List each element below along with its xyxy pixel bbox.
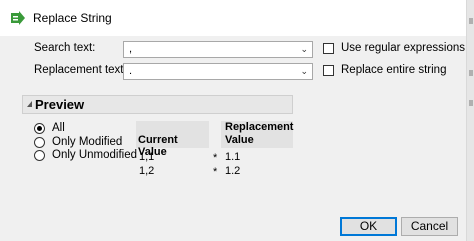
edge-mark — [469, 70, 473, 76]
window-title: Replace String — [33, 11, 112, 25]
use-regex-label[interactable]: Use regular expressions — [341, 42, 465, 54]
table-cell-current-value: 1,2 — [139, 165, 155, 177]
search-text-label: Search text: — [34, 42, 96, 54]
jmp-app-icon — [11, 11, 25, 25]
column-header-replacement-value: Replacement Value — [221, 121, 293, 148]
edge-mark — [469, 100, 473, 106]
cancel-button[interactable]: Cancel — [401, 217, 458, 236]
modified-marker: * — [213, 166, 218, 178]
replace-entire-checkbox[interactable] — [323, 65, 334, 76]
edge-mark — [469, 18, 473, 24]
modified-marker: * — [213, 152, 218, 164]
column-header-replacement-line2: Value — [225, 134, 254, 146]
title-bar: Replace String — [0, 0, 474, 36]
column-header-current-value: Current Value — [136, 121, 209, 158]
replacement-text-combo[interactable]: . ⌄ — [123, 63, 313, 80]
disclosure-triangle-icon[interactable] — [27, 101, 32, 107]
ok-button[interactable]: OK — [340, 217, 397, 236]
replacement-text-value: . — [129, 65, 133, 77]
radio-all-label[interactable]: All — [52, 122, 65, 134]
replacement-text-label: Replacement text: — [34, 64, 127, 76]
radio-selected-dot — [37, 126, 42, 131]
radio-only-unmodified[interactable] — [34, 150, 45, 161]
background-window-edge — [466, 0, 474, 241]
radio-only-unmodified-label[interactable]: Only Unmodified — [52, 149, 137, 161]
chevron-down-icon[interactable]: ⌄ — [300, 64, 308, 79]
table-cell-replacement-value: 1.1 — [225, 151, 241, 163]
replace-string-dialog: Replace String Search text: , ⌄ Use regu… — [0, 0, 474, 241]
radio-only-modified[interactable] — [34, 137, 45, 148]
table-cell-replacement-value: 1.2 — [225, 165, 241, 177]
replace-entire-label[interactable]: Replace entire string — [341, 64, 446, 76]
preview-outline-header[interactable]: Preview — [22, 95, 293, 114]
search-text-value: , — [129, 43, 133, 55]
column-header-replacement-line1: Replacement — [225, 121, 294, 133]
use-regex-checkbox[interactable] — [323, 43, 334, 54]
radio-all[interactable] — [34, 123, 45, 134]
table-cell-current-value: 1,1 — [139, 151, 155, 163]
chevron-down-icon[interactable]: ⌄ — [300, 42, 308, 57]
preview-title: Preview — [35, 97, 85, 112]
search-text-combo[interactable]: , ⌄ — [123, 41, 313, 58]
radio-only-modified-label[interactable]: Only Modified — [52, 136, 122, 148]
